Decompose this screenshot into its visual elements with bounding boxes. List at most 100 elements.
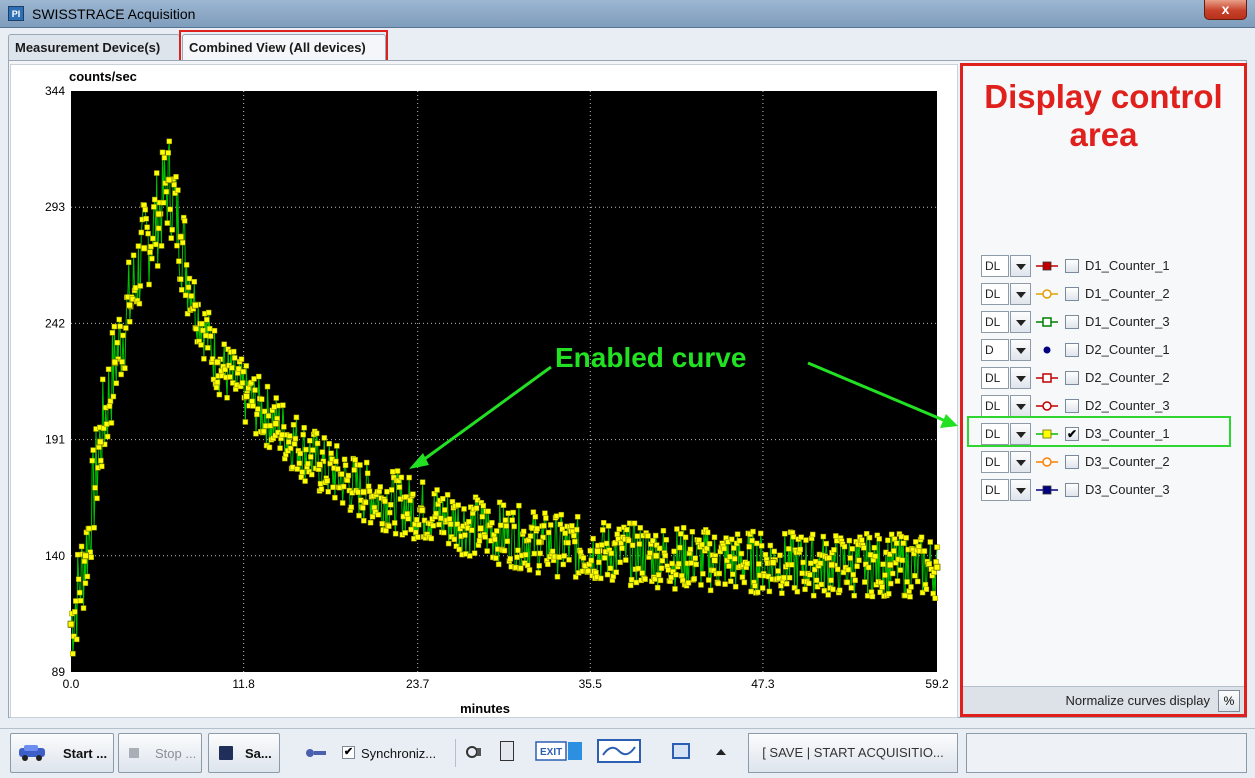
tab-highlight-annotation	[179, 30, 388, 64]
curve-enable-checkbox[interactable]	[1065, 371, 1079, 385]
series-noise-point	[229, 365, 235, 371]
series-noise-point	[96, 444, 102, 450]
display-mode-dropdown[interactable]: DL	[981, 395, 1009, 417]
chevron-down-icon[interactable]	[1010, 479, 1031, 501]
display-mode-dropdown[interactable]: DL	[981, 479, 1009, 501]
series-noise-point	[912, 572, 918, 579]
series-data-point	[769, 559, 777, 567]
tab-measurement-devices[interactable]: Measurement Device(s)	[8, 34, 180, 60]
display-mode-dropdown[interactable]: D	[981, 339, 1009, 361]
series-noise-point	[318, 486, 325, 492]
series-noise-point	[624, 526, 630, 533]
series-noise-point	[518, 565, 524, 572]
series-noise-point	[476, 538, 483, 544]
series-noise-point	[436, 521, 442, 528]
curve-enable-checkbox[interactable]	[1065, 455, 1079, 469]
arrow-up-icon[interactable]	[716, 749, 726, 755]
display-mode-dropdown[interactable]: DL	[981, 367, 1009, 389]
series-noise-point	[221, 341, 227, 348]
chevron-down-icon[interactable]	[1010, 283, 1031, 305]
series-noise-point	[847, 555, 854, 561]
display-mode-dropdown[interactable]: DL	[981, 255, 1009, 277]
series-noise-point	[625, 537, 632, 544]
series-noise-point	[179, 239, 186, 246]
display-mode-dropdown[interactable]: DL	[981, 451, 1009, 473]
display-mode-dropdown[interactable]: DL	[981, 311, 1009, 333]
series-noise-point	[456, 546, 462, 553]
series-noise-point	[799, 570, 805, 577]
series-noise-point	[340, 483, 347, 490]
series-noise-point	[286, 433, 293, 439]
series-noise-point	[267, 422, 274, 429]
curve-enable-checkbox[interactable]	[1065, 259, 1079, 273]
series-noise-point	[869, 593, 876, 600]
series-noise-point	[758, 543, 765, 549]
curve-label: D1_Counter_1	[1085, 258, 1170, 273]
series-noise-point	[127, 319, 133, 325]
series-noise-point	[840, 569, 847, 576]
close-button[interactable]: x	[1204, 0, 1247, 20]
curve-enable-checkbox[interactable]	[1065, 483, 1079, 497]
series-noise-point	[882, 572, 888, 578]
save-start-acquisition-button[interactable]: [ SAVE | START ACQUISITIO...	[748, 733, 958, 773]
series-noise-point	[527, 533, 534, 539]
series-noise-point	[590, 535, 596, 542]
series-noise-point	[706, 540, 713, 547]
stop-button[interactable]: Stop ...	[118, 733, 202, 773]
series-noise-point	[249, 398, 255, 405]
series-noise-point	[442, 507, 448, 513]
series-noise-point	[711, 534, 718, 540]
chevron-down-icon[interactable]	[1010, 367, 1031, 389]
series-noise-point	[854, 563, 860, 570]
series-data-point	[272, 420, 280, 428]
series-noise-point	[744, 560, 750, 567]
series-noise-point	[303, 446, 309, 453]
series-noise-point	[781, 574, 787, 581]
series-noise-point	[238, 356, 245, 362]
panel-icon[interactable]	[672, 743, 690, 759]
series-noise-point	[107, 398, 114, 404]
normalize-button[interactable]: %	[1218, 690, 1240, 712]
layout-icon[interactable]	[597, 739, 641, 763]
series-noise-point	[334, 443, 340, 449]
series-noise-point	[175, 187, 181, 193]
series-noise-point	[817, 560, 824, 567]
series-noise-point	[441, 529, 447, 536]
series-noise-point	[169, 227, 175, 233]
chevron-down-icon[interactable]	[1010, 339, 1031, 361]
chevron-down-icon[interactable]	[1010, 395, 1031, 417]
series-noise-point	[239, 380, 246, 386]
calculator-icon[interactable]	[500, 741, 514, 761]
camera-icon[interactable]	[466, 745, 482, 759]
series-noise-point	[402, 530, 409, 536]
curve-marker-icon	[1035, 256, 1059, 276]
curve-enable-checkbox[interactable]	[1065, 343, 1079, 357]
curve-enable-checkbox[interactable]	[1065, 399, 1079, 413]
series-noise-point	[783, 581, 790, 587]
display-mode-dropdown[interactable]: DL	[981, 283, 1009, 305]
series-noise-point	[480, 502, 487, 509]
normalize-label: Normalize curves display	[1065, 693, 1211, 708]
synchronize-checkbox[interactable]: ✔	[342, 746, 355, 759]
series-noise-point	[185, 284, 192, 291]
series-noise-point	[143, 216, 149, 222]
series-noise-point	[833, 533, 839, 539]
chevron-down-icon[interactable]	[1010, 255, 1031, 277]
sync-icon	[304, 747, 328, 759]
curve-enable-checkbox[interactable]	[1065, 315, 1079, 329]
series-data-point	[165, 176, 173, 184]
series-noise-point	[428, 535, 435, 542]
series-noise-point	[549, 548, 556, 555]
chevron-down-icon[interactable]	[1010, 451, 1031, 473]
series-noise-point	[99, 463, 105, 470]
series-data-point	[111, 358, 119, 366]
series-noise-point	[144, 224, 150, 230]
series-noise-point	[366, 488, 373, 495]
chevron-down-icon[interactable]	[1010, 311, 1031, 333]
save-button[interactable]: Sa...	[208, 733, 280, 773]
series-data-point	[243, 392, 250, 400]
curve-enable-checkbox[interactable]	[1065, 287, 1079, 301]
exit-icon[interactable]: EXIT	[534, 739, 584, 763]
start-button[interactable]: Start ...	[10, 733, 114, 773]
curve-marker-icon	[1035, 284, 1059, 304]
